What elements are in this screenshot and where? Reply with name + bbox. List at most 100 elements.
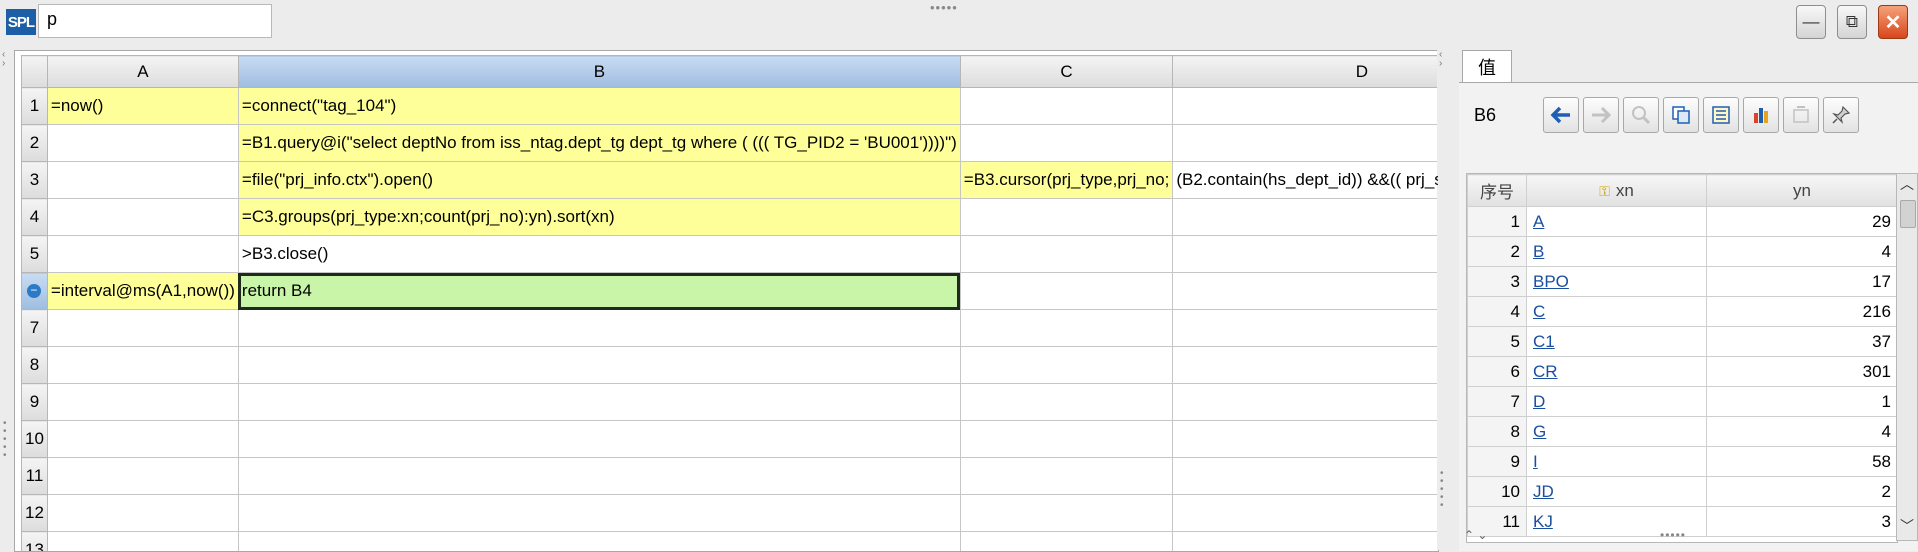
cell-c2[interactable] (960, 125, 1173, 162)
side-resize-grip[interactable]: ••••• (3, 420, 7, 460)
collapse-icon[interactable]: − (27, 284, 41, 298)
cell-b12[interactable] (238, 495, 960, 532)
cell-d11[interactable] (1173, 458, 1439, 495)
cell-a9[interactable] (47, 384, 238, 421)
cell-c11[interactable] (960, 458, 1173, 495)
xn-link[interactable]: I (1533, 452, 1538, 471)
panel-divider[interactable]: ‹› ••••• (1437, 50, 1449, 550)
xn-cell[interactable]: C1 (1527, 327, 1707, 357)
cell-b13[interactable] (238, 532, 960, 552)
table-row[interactable]: 1A29 (1468, 207, 1898, 237)
xn-cell[interactable]: D (1527, 387, 1707, 417)
row-header[interactable]: 7 (22, 310, 48, 347)
cell-a7[interactable] (47, 310, 238, 347)
row-header[interactable]: 13 (22, 532, 48, 552)
row-header[interactable]: 10 (22, 421, 48, 458)
xn-link[interactable]: C (1533, 302, 1545, 321)
table-row[interactable]: 2B4 (1468, 237, 1898, 267)
column-header-d[interactable]: D (1173, 56, 1439, 88)
forward-button[interactable] (1583, 97, 1619, 133)
cell-a2[interactable] (47, 125, 238, 162)
cell-d5[interactable] (1173, 236, 1439, 273)
cell-d3[interactable]: (B2.contain(hs_dept_id)) &&(( prj_status… (1173, 162, 1439, 199)
row-header[interactable]: 4 (22, 199, 48, 236)
cell-b4[interactable]: =C3.groups(prj_type:xn;count(prj_no):yn)… (238, 199, 960, 236)
column-header-b[interactable]: B (238, 56, 960, 88)
cell-b11[interactable] (238, 458, 960, 495)
xn-link[interactable]: CR (1533, 362, 1558, 381)
cell-c3[interactable]: =B3.cursor(prj_type,prj_no; (960, 162, 1173, 199)
vertical-scrollbar[interactable]: ︿ ﹀ (1896, 173, 1918, 541)
xn-link[interactable]: G (1533, 422, 1546, 441)
cell-b8[interactable] (238, 347, 960, 384)
cell-c5[interactable] (960, 236, 1173, 273)
xn-link[interactable]: A (1533, 212, 1544, 231)
cell-c6[interactable] (960, 273, 1173, 310)
table-row[interactable]: 7D1 (1468, 387, 1898, 417)
cell-d7[interactable] (1173, 310, 1439, 347)
xn-cell[interactable]: A (1527, 207, 1707, 237)
cell-b1[interactable]: =connect("tag_104") (238, 88, 960, 125)
row-header[interactable]: 6− (22, 273, 48, 310)
collapse-left-arrows[interactable]: ‹› (2, 50, 5, 68)
row-header[interactable]: 12 (22, 495, 48, 532)
close-button[interactable]: ✕ (1878, 5, 1908, 39)
cell-d12[interactable] (1173, 495, 1439, 532)
cell-name-input[interactable]: p (38, 4, 272, 38)
table-row[interactable]: 3BPO17 (1468, 267, 1898, 297)
corner-cell[interactable] (22, 56, 48, 88)
xn-cell[interactable]: G (1527, 417, 1707, 447)
cell-a8[interactable] (47, 347, 238, 384)
column-header-c[interactable]: C (960, 56, 1173, 88)
xn-link[interactable]: KJ (1533, 512, 1553, 531)
cell-a13[interactable] (47, 532, 238, 552)
cell-d8[interactable] (1173, 347, 1439, 384)
table-row[interactable]: 5C137 (1468, 327, 1898, 357)
cell-b5[interactable]: >B3.close() (238, 236, 960, 273)
copy-button[interactable] (1663, 97, 1699, 133)
chart-button[interactable] (1743, 97, 1779, 133)
cell-b10[interactable] (238, 421, 960, 458)
table-row[interactable]: 4C216 (1468, 297, 1898, 327)
row-header[interactable]: 9 (22, 384, 48, 421)
divider-grip[interactable]: ••••• (1440, 470, 1444, 510)
cell-a4[interactable] (47, 199, 238, 236)
list-button[interactable] (1703, 97, 1739, 133)
xn-cell[interactable]: BPO (1527, 267, 1707, 297)
cell-a1[interactable]: =now() (47, 88, 238, 125)
table-row[interactable]: 6CR301 (1468, 357, 1898, 387)
xn-cell[interactable]: JD (1527, 477, 1707, 507)
cell-d2[interactable] (1173, 125, 1439, 162)
scroll-down-icon[interactable]: ﹀ (1897, 516, 1917, 538)
export-button[interactable] (1783, 97, 1819, 133)
cell-a12[interactable] (47, 495, 238, 532)
xn-link[interactable]: D (1533, 392, 1545, 411)
cell-b9[interactable] (238, 384, 960, 421)
table-row[interactable]: 8G4 (1468, 417, 1898, 447)
cell-c4[interactable] (960, 199, 1173, 236)
table-row[interactable]: 10JD2 (1468, 477, 1898, 507)
cell-c13[interactable] (960, 532, 1173, 552)
cell-a10[interactable] (47, 421, 238, 458)
cell-c12[interactable] (960, 495, 1173, 532)
collapse-right-arrows[interactable]: ‹› (1439, 50, 1442, 68)
cell-c8[interactable] (960, 347, 1173, 384)
cell-c7[interactable] (960, 310, 1173, 347)
minimize-button[interactable]: — (1796, 5, 1826, 39)
scroll-up-icon[interactable]: ︿ (1897, 174, 1917, 196)
row-header[interactable]: 11 (22, 458, 48, 495)
index-header[interactable]: 序号 (1468, 175, 1527, 207)
cell-a5[interactable] (47, 236, 238, 273)
cell-b7[interactable] (238, 310, 960, 347)
cell-d1[interactable] (1173, 88, 1439, 125)
back-button[interactable] (1543, 97, 1579, 133)
cell-d6[interactable] (1173, 273, 1439, 310)
cell-a6[interactable]: =interval@ms(A1,now()) (47, 273, 238, 310)
top-resize-grip[interactable]: ••••• (930, 0, 958, 15)
cell-c10[interactable] (960, 421, 1173, 458)
bottom-resize-grip[interactable]: ••••• (1660, 528, 1686, 542)
yn-header[interactable]: yn (1707, 175, 1898, 207)
scroll-thumb[interactable] (1900, 200, 1916, 228)
row-header[interactable]: 1 (22, 88, 48, 125)
xn-link[interactable]: C1 (1533, 332, 1555, 351)
